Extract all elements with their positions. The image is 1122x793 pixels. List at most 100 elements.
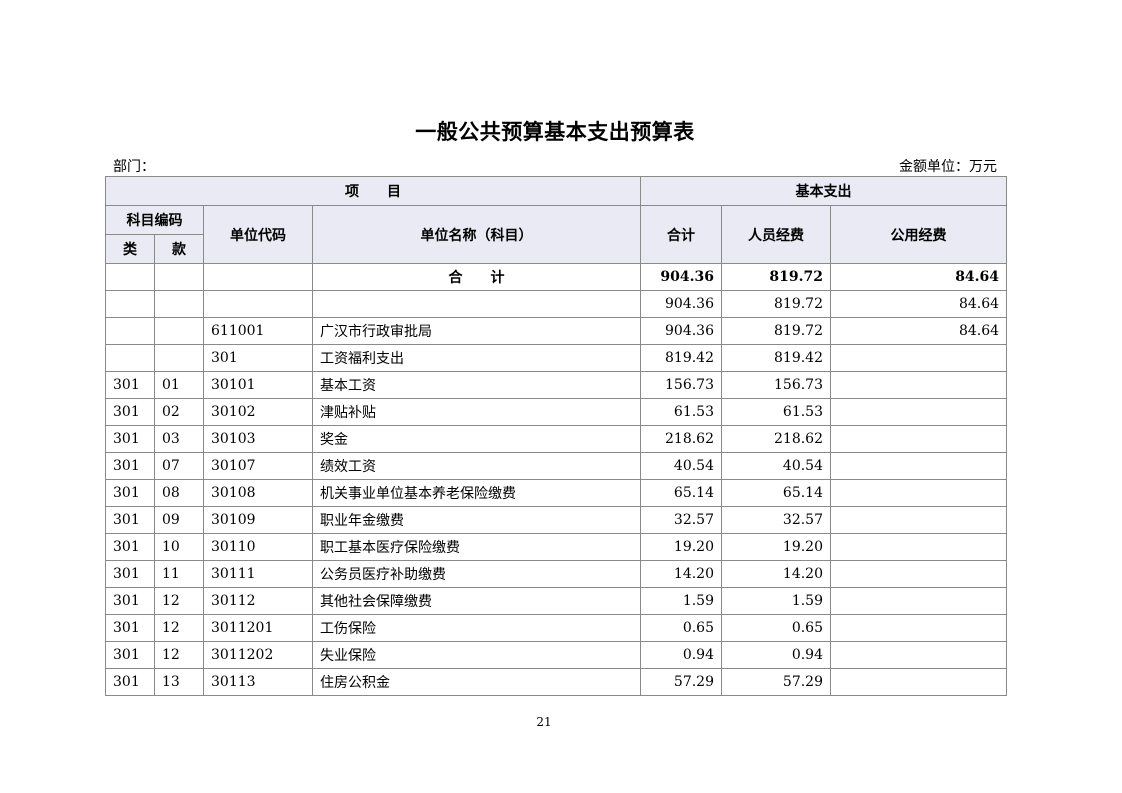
cell-personnel: 156.73 (721, 371, 831, 399)
cell-unit-code: 30110 (203, 533, 313, 561)
cell-public (829, 560, 1008, 588)
cell-total: 57.29 (640, 668, 722, 696)
total-label: 合 计 (312, 263, 641, 291)
cell-public (829, 344, 1008, 372)
cell-total: 904.36 (640, 317, 722, 345)
cell-item: 11 (154, 560, 204, 588)
cell-unit-code: 611001 (203, 317, 313, 345)
cell-unit-name: 工伤保险 (312, 614, 641, 642)
cell-public (829, 398, 1008, 426)
cell-category (105, 290, 155, 318)
cell-unit-name: 奖金 (312, 425, 641, 453)
cell-item: 02 (154, 398, 204, 426)
header-unit-code: 单位代码 (203, 205, 313, 264)
cell-unit-name: 职业年金缴费 (312, 506, 641, 534)
cell-personnel: 0.94 (721, 641, 831, 669)
cell-category: 301 (105, 479, 155, 507)
cell-personnel: 14.20 (721, 560, 831, 588)
table-row: 301 07 30107 绩效工资 40.54 40.54 (105, 452, 1008, 480)
header-item: 款 (154, 234, 204, 264)
cell-total: 1.59 (640, 587, 722, 615)
cell-public (829, 533, 1008, 561)
cell-category: 301 (105, 425, 155, 453)
cell-total: 0.94 (640, 641, 722, 669)
cell-unit-name: 失业保险 (312, 641, 641, 669)
cell-unit-name: 公务员医疗补助缴费 (312, 560, 641, 588)
cell-total: 156.73 (640, 371, 722, 399)
total-row: 合 计 904.36 819.72 84.64 (105, 263, 1008, 291)
cell-public (829, 587, 1008, 615)
cell-personnel: 819.72 (721, 290, 831, 318)
cell-public (829, 668, 1008, 696)
cell-personnel: 218.62 (721, 425, 831, 453)
cell-unit-code: 30101 (203, 371, 313, 399)
cell-public: 84.64 (829, 317, 1008, 345)
cell-public (829, 425, 1008, 453)
table-row: 301 08 30108 机关事业单位基本养老保险缴费 65.14 65.14 (105, 479, 1008, 507)
cell-personnel: 819.72 (721, 317, 831, 345)
cell-personnel: 19.20 (721, 533, 831, 561)
total-personnel: 819.72 (721, 263, 831, 291)
cell-public (829, 371, 1008, 399)
cell-total: 19.20 (640, 533, 722, 561)
header-basic-expense: 基本支出 (639, 176, 1008, 206)
cell-item: 12 (154, 614, 204, 642)
cell-unit-name: 绩效工资 (312, 452, 641, 480)
cell-category: 301 (105, 371, 155, 399)
cell-personnel: 61.53 (721, 398, 831, 426)
cell-unit-name: 津贴补贴 (312, 398, 641, 426)
cell-total: 0.65 (640, 614, 722, 642)
cell-item: 01 (154, 371, 204, 399)
cell-total: 32.57 (640, 506, 722, 534)
cell-unit-code: 30107 (203, 452, 313, 480)
cell-total: 819.42 (640, 344, 722, 372)
cell-unit-code: 30108 (203, 479, 313, 507)
table-row: 301 12 3011201 工伤保险 0.65 0.65 (105, 614, 1008, 642)
amount-unit-label: 金额单位：万元 (899, 159, 997, 175)
table-row: 301 01 30101 基本工资 156.73 156.73 (105, 371, 1008, 399)
cell-unit-name: 工资福利支出 (312, 344, 641, 372)
cell-item: 13 (154, 668, 204, 696)
cell-unit-code: 3011201 (203, 614, 313, 642)
cell-unit-name: 住房公积金 (312, 668, 641, 696)
cell-unit-code: 30102 (203, 398, 313, 426)
table-row: 301 11 30111 公务员医疗补助缴费 14.20 14.20 (105, 560, 1008, 588)
cell-public (829, 452, 1008, 480)
cell-total: 61.53 (640, 398, 722, 426)
total-item-cell (154, 263, 204, 291)
cell-item (154, 344, 204, 372)
header-unit-name: 单位名称（科目） (312, 205, 641, 264)
cell-item: 12 (154, 641, 204, 669)
cell-public (829, 479, 1008, 507)
cell-total: 218.62 (640, 425, 722, 453)
cell-category: 301 (105, 668, 155, 696)
cell-category (105, 344, 155, 372)
cell-personnel: 0.65 (721, 614, 831, 642)
cell-item: 07 (154, 452, 204, 480)
total-cat-cell (105, 263, 155, 291)
cell-category: 301 (105, 614, 155, 642)
cell-category (105, 317, 155, 345)
cell-total: 65.14 (640, 479, 722, 507)
cell-personnel: 32.57 (721, 506, 831, 534)
table-row: 904.36 819.72 84.64 (105, 290, 1008, 318)
cell-item (154, 290, 204, 318)
table-row: 611001 广汉市行政审批局 904.36 819.72 84.64 (105, 317, 1008, 345)
table-body: 合 计 904.36 819.72 84.64 904.36 819.72 84… (105, 263, 1008, 696)
cell-item: 09 (154, 506, 204, 534)
table-row: 301 13 30113 住房公积金 57.29 57.29 (105, 668, 1008, 696)
cell-unit-name: 其他社会保障缴费 (312, 587, 641, 615)
header-subject-code: 科目编码 (105, 205, 204, 235)
cell-public (829, 506, 1008, 534)
cell-unit-code: 30113 (203, 668, 313, 696)
header-category: 类 (105, 234, 155, 264)
cell-item (154, 317, 204, 345)
cell-unit-code: 30111 (203, 560, 313, 588)
cell-unit-code: 301 (203, 344, 313, 372)
cell-personnel: 1.59 (721, 587, 831, 615)
table-row: 301 03 30103 奖金 218.62 218.62 (105, 425, 1008, 453)
cell-category: 301 (105, 506, 155, 534)
cell-public: 84.64 (829, 290, 1008, 318)
cell-unit-name: 职工基本医疗保险缴费 (312, 533, 641, 561)
cell-category: 301 (105, 560, 155, 588)
